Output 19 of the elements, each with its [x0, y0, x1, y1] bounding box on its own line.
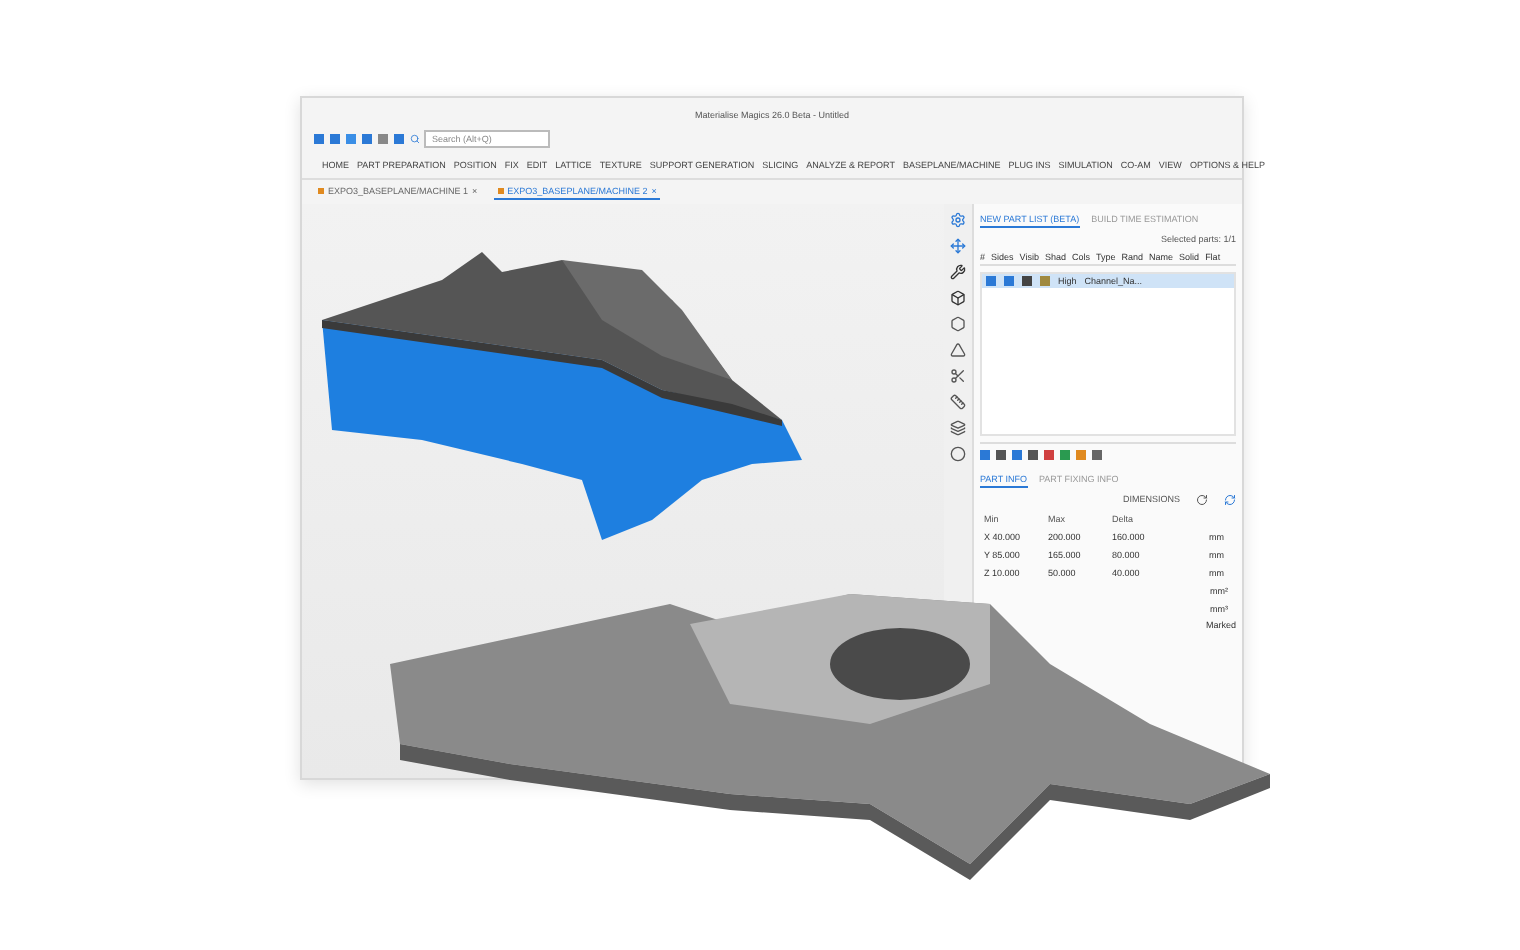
triangle-icon[interactable]	[950, 342, 966, 358]
move-icon[interactable]	[950, 238, 966, 254]
hexagon-icon[interactable]	[950, 316, 966, 332]
shading-icon	[1004, 276, 1014, 286]
document-icon	[497, 188, 504, 194]
ruler-icon[interactable]	[950, 394, 966, 410]
search-icon	[410, 134, 420, 144]
scissors-icon[interactable]	[950, 368, 966, 384]
gear-icon[interactable]	[950, 212, 966, 228]
document-icon	[318, 188, 324, 194]
wrench-icon[interactable]	[950, 264, 966, 280]
cube-icon[interactable]	[950, 290, 966, 306]
type-icon	[1040, 276, 1050, 286]
rotate-icon[interactable]	[1196, 494, 1208, 506]
visibility-icon	[986, 276, 996, 286]
color-icon	[1022, 276, 1032, 286]
layers-icon[interactable]	[950, 420, 966, 436]
refresh-icon[interactable]	[1224, 494, 1236, 506]
circle-icon[interactable]	[950, 446, 966, 462]
